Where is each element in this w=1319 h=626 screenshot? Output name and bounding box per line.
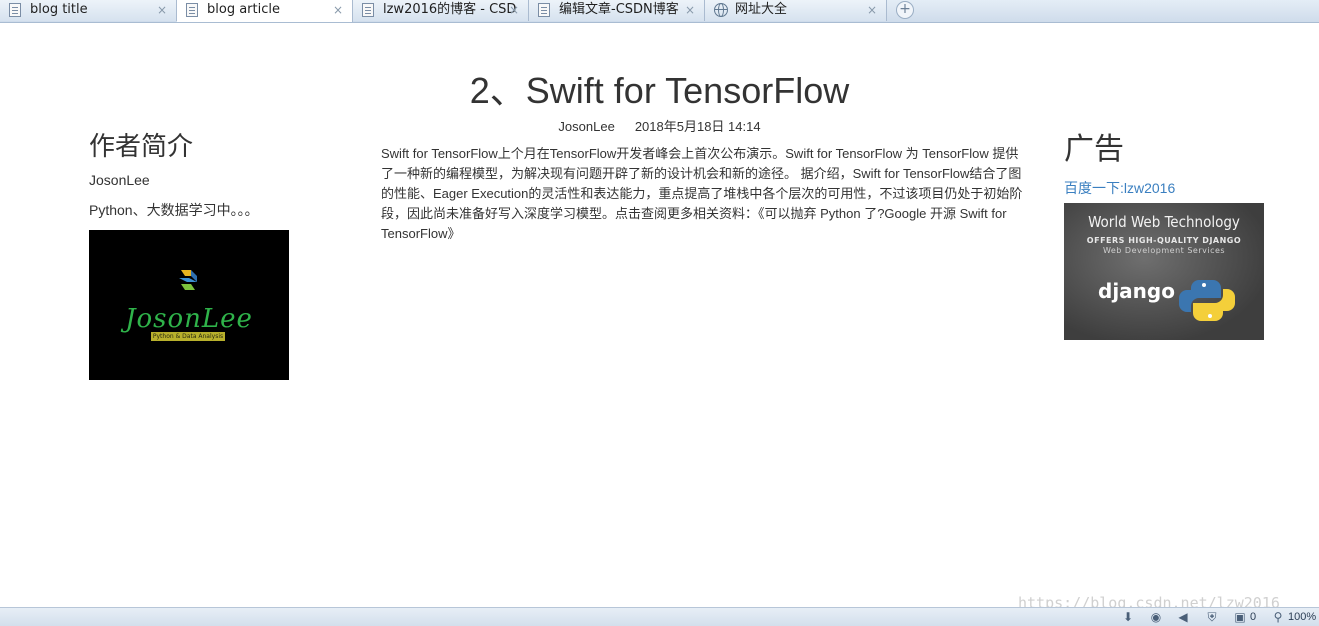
author-logo-subtitle: Python & Data Analysis bbox=[151, 332, 225, 341]
close-icon[interactable]: × bbox=[685, 0, 695, 20]
tab-csdn-blog[interactable]: lzw2016的博客 - CSD × bbox=[353, 0, 529, 21]
article-date: 2018年5月18日 14:14 bbox=[634, 119, 761, 134]
tab-label: blog article bbox=[207, 2, 280, 17]
tab-label: 网址大全 bbox=[735, 2, 788, 17]
status-bar: ⬇ ◉ ◀ ⛨ ▣ 0 ⚲ 100% bbox=[0, 607, 1319, 626]
ad-headline: World Web Technology bbox=[1088, 213, 1240, 231]
speaker-icon[interactable]: ◀ bbox=[1176, 610, 1190, 624]
badge-icon[interactable]: ▣ bbox=[1233, 610, 1247, 624]
page-icon bbox=[9, 3, 21, 17]
tab-url-directory[interactable]: 网址大全 × bbox=[705, 0, 887, 21]
zoom-level[interactable]: 100% bbox=[1288, 610, 1316, 624]
django-logo-text: django bbox=[1098, 279, 1175, 303]
page-icon bbox=[362, 3, 374, 17]
tab-label: 编辑文章-CSDN博客 bbox=[559, 2, 679, 17]
ad-sidebar: 广告 百度一下:lzw2016 World Web Technology OFF… bbox=[1064, 130, 1264, 340]
author-logo-image: JosonLee Python & Data Analysis bbox=[89, 230, 289, 380]
zoom-icon[interactable]: ⚲ bbox=[1271, 610, 1285, 624]
author-sidebar: 作者简介 JosonLee Python、大数据学习中。。。 JosonLee … bbox=[89, 130, 289, 380]
page-icon bbox=[186, 3, 198, 17]
author-name: JosonLee bbox=[89, 172, 150, 188]
new-tab-button[interactable]: + bbox=[896, 1, 914, 19]
logo-mark-icon bbox=[179, 270, 197, 290]
shield-icon[interactable]: ⛨ bbox=[1205, 610, 1219, 624]
tab-edit-article[interactable]: 编辑文章-CSDN博客 × bbox=[529, 0, 705, 21]
python-logo-icon bbox=[1179, 280, 1235, 321]
author-heading: 作者简介 bbox=[89, 132, 194, 162]
tab-label: lzw2016的博客 - CSD bbox=[383, 2, 517, 17]
close-icon[interactable]: × bbox=[867, 0, 877, 20]
tab-label: blog title bbox=[30, 2, 88, 17]
status-count: 0 bbox=[1250, 611, 1257, 623]
ad-services: Web Development Services bbox=[1102, 246, 1226, 255]
ad-heading: 广告 bbox=[1064, 132, 1124, 167]
close-icon[interactable]: × bbox=[157, 0, 167, 20]
close-icon[interactable]: × bbox=[333, 0, 343, 20]
article-author: JosonLee bbox=[558, 119, 615, 134]
author-logo-text: JosonLee bbox=[125, 304, 253, 334]
author-bio: Python、大数据学习中。。。 bbox=[89, 202, 259, 218]
browser-tab-bar: blog title × blog article × lzw2016的博客 -… bbox=[0, 0, 1319, 23]
article-title: 2、Swift for TensorFlow bbox=[469, 70, 850, 111]
baidu-link[interactable]: 百度一下:lzw2016 bbox=[1064, 178, 1264, 198]
close-icon[interactable]: × bbox=[509, 0, 519, 20]
ad-subtitle: OFFERS HIGH-QUALITY DJANGO bbox=[1086, 236, 1242, 245]
article-body: Swift for TensorFlow上个月在TensorFlow开发者峰会上… bbox=[381, 146, 1023, 241]
page-icon bbox=[538, 3, 550, 17]
django-ad-image[interactable]: World Web Technology OFFERS HIGH-QUALITY… bbox=[1064, 203, 1264, 340]
eye-icon[interactable]: ◉ bbox=[1149, 610, 1163, 624]
download-icon[interactable]: ⬇ bbox=[1121, 610, 1135, 624]
tab-blog-article[interactable]: blog article × bbox=[177, 0, 353, 22]
tab-blog-title[interactable]: blog title × bbox=[0, 0, 177, 21]
globe-icon bbox=[714, 3, 728, 17]
